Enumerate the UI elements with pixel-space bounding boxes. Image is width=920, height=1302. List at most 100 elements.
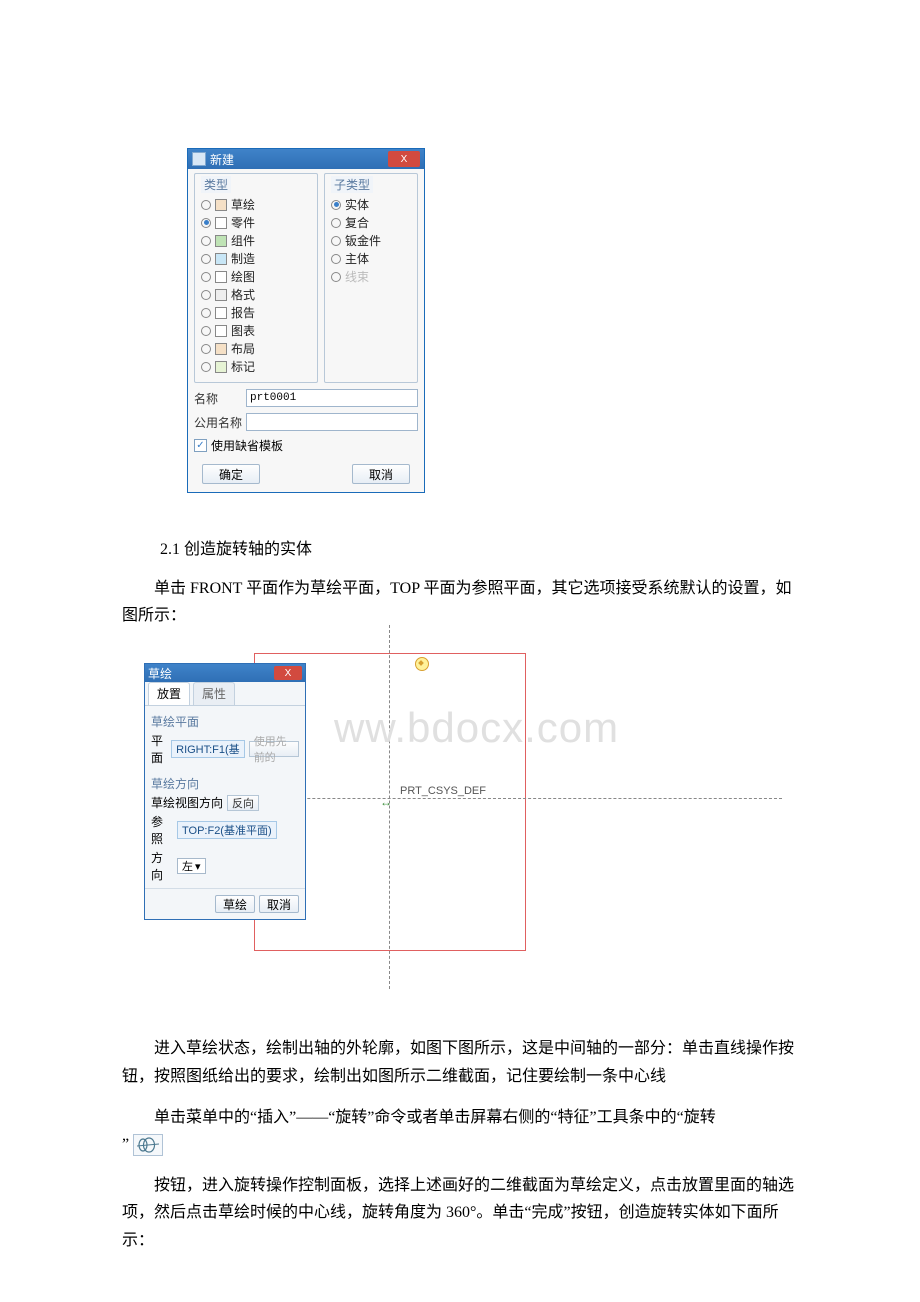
sketch-button[interactable]: 草绘 (215, 895, 255, 913)
type-option-markup[interactable]: 标记 (201, 358, 311, 375)
subtype-option-body[interactable]: 主体 (331, 250, 411, 267)
app-icon (192, 152, 206, 166)
type-label: 布局 (231, 340, 255, 357)
layout-icon (215, 343, 227, 355)
report-icon (215, 307, 227, 319)
type-label: 零件 (231, 214, 255, 231)
name-input[interactable] (246, 389, 418, 407)
sketch-placement-figure: ww.bdocx.com ↔ PRT_CSYS_DEF 草绘 X 放置 属性 草… (144, 649, 784, 1009)
cancel-button[interactable]: 取消 (352, 464, 410, 484)
type-label: 图表 (231, 322, 255, 339)
type-option-drawing[interactable]: 绘图 (201, 268, 311, 285)
plane-value-chip[interactable]: RIGHT:F1(基 (171, 740, 245, 758)
type-option-sketch[interactable]: 草绘 (201, 196, 311, 213)
sketch-dialog-titlebar[interactable]: 草绘 X (145, 664, 305, 682)
name-row: 名称 (194, 389, 418, 407)
type-label: 制造 (231, 250, 255, 267)
type-label: 组件 (231, 232, 255, 249)
type-option-manufacturing[interactable]: 制造 (201, 250, 311, 267)
subtype-option-sheetmetal[interactable]: 钣金件 (331, 232, 411, 249)
close-icon[interactable]: X (274, 666, 302, 680)
radio-icon (201, 218, 211, 228)
chevron-down-icon: ▾ (195, 860, 201, 873)
sketch-direction-section: 草绘方向 草绘视图方向 反向 参照 TOP:F2(基准平面) 方向 左 ▾ (145, 768, 305, 883)
tab-placement[interactable]: 放置 (148, 682, 190, 705)
common-name-input[interactable] (246, 413, 418, 431)
csys-label: PRT_CSYS_DEF (400, 785, 486, 797)
subtype-group-legend: 子类型 (331, 176, 373, 193)
paragraph-1: 单击 FRONT 平面作为草绘平面，TOP 平面为参照平面，其它选项接受系统默认… (122, 575, 800, 629)
sketch-plane-section-title: 草绘平面 (151, 713, 299, 730)
radio-icon (331, 236, 341, 246)
type-option-layout[interactable]: 布局 (201, 340, 311, 357)
dialog-body: 类型 草绘 零件 组件 (188, 169, 424, 492)
type-option-part[interactable]: 零件 (201, 214, 311, 231)
datum-horizontal-line (222, 798, 782, 799)
subtype-option-harness: 线束 (331, 268, 411, 285)
sketch-plane-section: 草绘平面 平面 RIGHT:F1(基 使用先前的 (145, 706, 305, 766)
subtype-group: 子类型 实体 复合 钣金件 主体 (324, 173, 418, 383)
use-default-template-label: 使用缺省模板 (211, 437, 283, 454)
orientation-select[interactable]: 左 ▾ (177, 858, 206, 874)
sketch-cancel-button[interactable]: 取消 (259, 895, 299, 913)
viewdir-label: 草绘视图方向 (151, 794, 223, 811)
paragraph-3: 单击菜单中的“插入”——“旋转”命令或者单击屏幕右侧的“特征”工具条中的“旋转 … (122, 1104, 800, 1158)
checkbox-icon: ✓ (194, 439, 207, 452)
section-heading-21: 2.1 创造旋转轴的实体 (160, 535, 800, 559)
revolve-glyph-icon (137, 1137, 159, 1153)
type-label: 格式 (231, 286, 255, 303)
revolve-tool-icon (133, 1134, 163, 1156)
radio-icon (201, 326, 211, 336)
paragraph-4: 按钮，进入旋转操作控制面板，选择上述画好的二维截面为草绘定义，点击放置里面的轴选… (122, 1172, 800, 1254)
new-file-dialog: 新建 X 类型 草绘 零件 (187, 148, 425, 493)
common-name-label: 公用名称 (194, 414, 242, 431)
radio-icon (331, 254, 341, 264)
close-icon[interactable]: X (388, 151, 420, 167)
orientation-label: 方向 (151, 849, 173, 883)
subtype-label: 主体 (345, 250, 369, 267)
type-option-report[interactable]: 报告 (201, 304, 311, 321)
drawing-icon (215, 271, 227, 283)
sketch-dir-section-title: 草绘方向 (151, 775, 299, 792)
subtype-label: 线束 (345, 268, 369, 285)
type-option-assembly[interactable]: 组件 (201, 232, 311, 249)
subtype-label: 实体 (345, 196, 369, 213)
type-label: 标记 (231, 358, 255, 375)
assembly-icon (215, 235, 227, 247)
common-name-row: 公用名称 (194, 413, 418, 431)
reference-label: 参照 (151, 813, 173, 847)
subtype-option-composite[interactable]: 复合 (331, 214, 411, 231)
markup-icon (215, 361, 227, 373)
dialog-titlebar[interactable]: 新建 X (188, 149, 424, 169)
radio-icon (201, 254, 211, 264)
plane-label: 平面 (151, 732, 167, 766)
chart-icon (215, 325, 227, 337)
paragraph-2: 进入草绘状态，绘制出轴的外轮廓，如图下图所示，这是中间轴的一部分：单击直线操作按… (122, 1035, 800, 1089)
orientation-value: 左 (182, 858, 193, 874)
csys-arrow-icon: ↔ (380, 795, 392, 810)
radio-icon (201, 200, 211, 210)
radio-icon (331, 200, 341, 210)
manufacturing-icon (215, 253, 227, 265)
subtype-option-solid[interactable]: 实体 (331, 196, 411, 213)
reference-value-chip[interactable]: TOP:F2(基准平面) (177, 821, 277, 839)
use-default-template-row[interactable]: ✓ 使用缺省模板 (194, 437, 418, 454)
type-group: 类型 草绘 零件 组件 (194, 173, 318, 383)
radio-icon (201, 236, 211, 246)
name-label: 名称 (194, 390, 242, 407)
sketch-dialog: 草绘 X 放置 属性 草绘平面 平面 RIGHT:F1(基 使用先前的 草绘方向… (144, 663, 306, 920)
flip-button[interactable]: 反向 (227, 795, 259, 811)
type-option-chart[interactable]: 图表 (201, 322, 311, 339)
tab-properties[interactable]: 属性 (193, 682, 235, 705)
sketch-dialog-tabs: 放置 属性 (145, 682, 305, 706)
use-previous-button: 使用先前的 (249, 741, 299, 757)
radio-icon (201, 290, 211, 300)
subtype-label: 复合 (345, 214, 369, 231)
radio-icon (331, 218, 341, 228)
type-option-format[interactable]: 格式 (201, 286, 311, 303)
ok-button[interactable]: 确定 (202, 464, 260, 484)
type-label: 草绘 (231, 196, 255, 213)
type-group-legend: 类型 (201, 176, 231, 193)
sketch-dialog-button-row: 草绘 取消 (145, 888, 305, 919)
paragraph-3-text-b: ” (122, 1136, 129, 1153)
